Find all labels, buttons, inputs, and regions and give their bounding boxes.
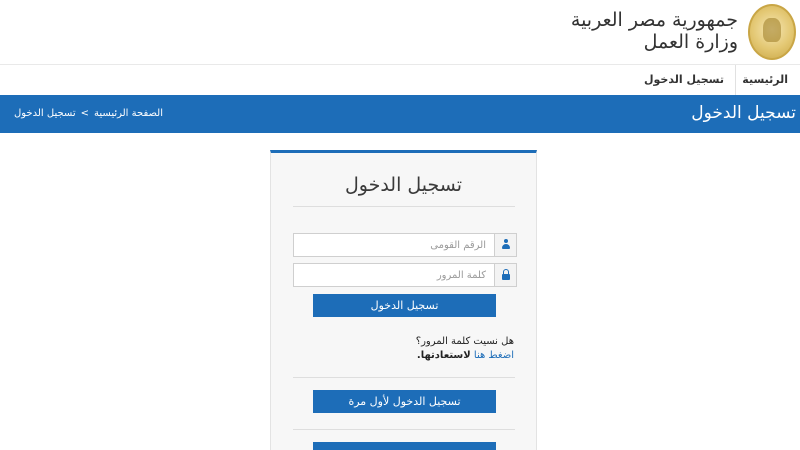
section-divider-lower — [293, 429, 515, 430]
title-line-2: وزارة العمل — [643, 31, 738, 53]
breadcrumb-current: تسجيل الدخول — [14, 108, 76, 119]
national-id-input[interactable] — [294, 234, 494, 256]
user-icon — [501, 239, 511, 251]
password-field — [293, 263, 517, 287]
first-login-button[interactable]: تسجيل الدخول لأول مرة — [313, 390, 496, 413]
page-banner: تسجيل الدخول الصفحة الرئيسية > تسجيل الدخو… — [0, 95, 800, 133]
password-addon — [494, 264, 516, 286]
login-button[interactable]: تسجيل الدخول — [313, 294, 496, 317]
title-line-1: جمهورية مصر العربية — [570, 9, 738, 31]
site-title: جمهورية مصر العربية وزارة العمل — [571, 9, 738, 53]
lock-icon — [501, 269, 511, 281]
breadcrumb-separator: > — [80, 108, 90, 119]
page-title: تسجيل الدخول — [691, 103, 796, 123]
title-divider — [293, 206, 515, 207]
additional-action-button[interactable] — [313, 442, 496, 450]
national-id-addon — [494, 234, 516, 256]
national-id-field — [293, 233, 517, 257]
site-header: جمهورية مصر العربية وزارة العمل — [0, 0, 800, 64]
nav-item-login[interactable]: تسجيل الدخول — [632, 65, 736, 96]
recover-password-link[interactable]: اضغط هنا — [474, 350, 514, 361]
recover-password-line: اضغط هنا لاستعادتها. — [294, 349, 514, 363]
login-card-title: تسجيل الدخول — [344, 174, 463, 196]
login-card: تسجيل الدخول تسجيل الدخول هل نسيت كلمة ا… — [270, 150, 537, 450]
nav-item-home[interactable]: الرئيسية — [736, 65, 800, 96]
password-input[interactable] — [294, 264, 494, 286]
recover-password-suffix: لاستعادتها. — [416, 350, 471, 361]
breadcrumb-home[interactable]: الصفحة الرئيسية — [94, 107, 163, 121]
forgot-password-text: هل نسيت كلمة المرور؟ — [415, 336, 514, 347]
ministry-seal-icon[interactable] — [748, 4, 796, 60]
section-divider — [293, 377, 515, 378]
breadcrumb: الصفحة الرئيسية > تسجيل الدخول — [14, 107, 163, 121]
main-nav: الرئيسية تسجيل الدخول — [0, 64, 800, 96]
